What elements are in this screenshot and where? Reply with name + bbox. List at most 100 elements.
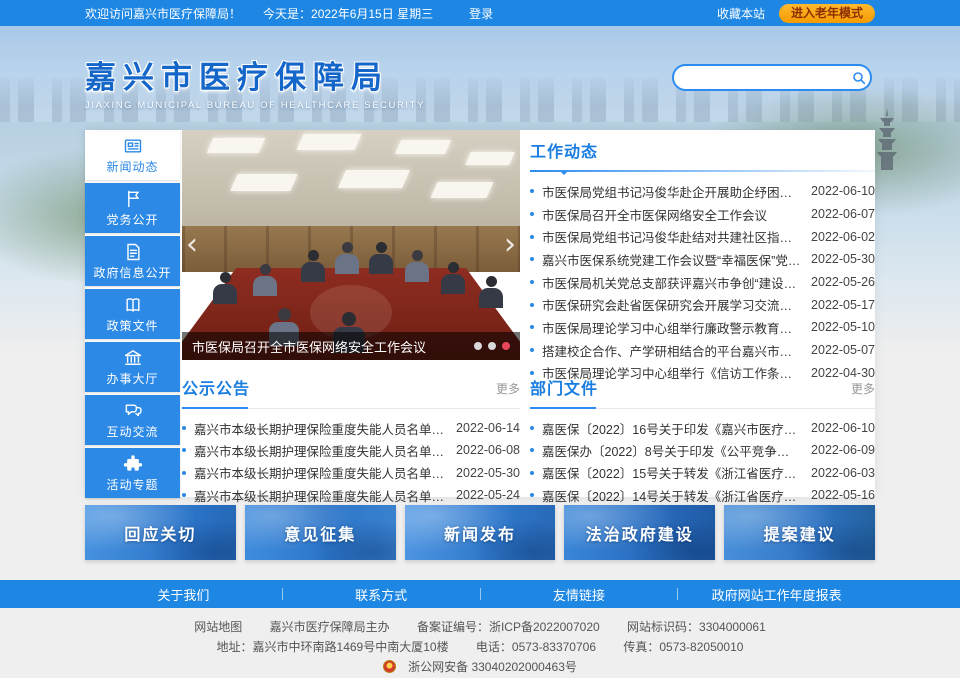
list-item[interactable]: 市医保研究会赴省医保研究会开展学习交流活动2022-05-17 [530,293,875,316]
list-item[interactable]: 嘉兴市本级长期护理保险重度失能人员名单公示（2...2022-06-14 [182,417,520,439]
newspaper-icon [123,136,143,156]
work-news-title[interactable]: 工作动态 [530,144,598,161]
favorite-site-link[interactable]: 收藏本站 [717,5,765,22]
carousel-dot-3-active[interactable] [502,342,510,350]
news-title[interactable]: 嘉兴市医保系统党建工作会议暨“幸福医保”党建联... [542,250,801,269]
work-news-list: 市医保局党组书记冯俊华赴企开展助企纾困活动2022-06-10 市医保局召开全市… [530,180,875,384]
security-record-link[interactable]: 浙公网安备 33040202000463号 [408,660,577,674]
bullet-dot [182,471,186,475]
sidebar-item-policy-files[interactable]: 政策文件 [85,289,180,339]
news-title[interactable]: 嘉兴市本级长期护理保险重度失能人员名单公示（2... [194,486,446,505]
bullet-dot [530,257,534,261]
carousel-next-button[interactable]: › [504,230,516,260]
news-title[interactable]: 嘉兴市本级长期护理保险重度失能人员名单公示（2... [194,419,446,438]
carousel-dot-1[interactable] [474,342,482,350]
bullet-dot [530,348,534,352]
header-triangle [560,171,568,179]
sidebar-item-news[interactable]: 新闻动态 [85,130,180,180]
banner-opinion-collection[interactable]: 意见征集 [245,505,396,560]
list-item[interactable]: 嘉医保〔2022〕16号关于印发《嘉兴市医疗保...2022-06-10 [530,417,875,439]
sitemap-link[interactable]: 网站地图 [194,620,242,634]
news-title[interactable]: 市医保研究会赴省医保研究会开展学习交流活动 [542,295,801,314]
list-item[interactable]: 市医保局党组书记冯俊华赴企开展助企纾困活动2022-06-10 [530,180,875,203]
dept-files-more-link[interactable]: 更多 [851,380,875,397]
search-button[interactable] [847,66,870,89]
carousel-dot-2[interactable] [488,342,496,350]
news-date: 2022-06-03 [811,466,875,480]
person-silhouette [478,276,504,310]
fax-text: 传真：0573-82050010 [623,640,743,654]
site-code-text: 网站标识码：3304000061 [627,620,766,634]
list-item[interactable]: 嘉医保办〔2022〕8号关于印发《公平竞争审查...2022-06-09 [530,439,875,461]
current-date-text: 今天是：2022年6月15日 星期三 [263,5,433,22]
news-carousel[interactable]: ‹ › 市医保局召开全市医保网络安全工作会议 [182,130,520,360]
carousel-dots [474,342,510,350]
banner-proposal-suggestions[interactable]: 提案建议 [724,505,875,560]
person-silhouette [404,250,430,284]
banner-law-gov-construction[interactable]: 法治政府建设 [564,505,715,560]
elder-mode-button[interactable]: 进入老年模式 [779,4,875,23]
sidebar-item-interaction[interactable]: 互动交流 [85,395,180,445]
news-title[interactable]: 嘉医保〔2022〕14号关于转发《浙江省医疗保... [542,486,801,505]
banner-news-release[interactable]: 新闻发布 [405,505,556,560]
banner-respond-concerns[interactable]: 回应关切 [85,505,236,560]
sidebar-item-service-hall[interactable]: 办事大厅 [85,342,180,392]
news-title[interactable]: 嘉兴市本级长期护理保险重度失能人员名单公示（2... [194,441,446,460]
search-icon [851,70,867,86]
news-title[interactable]: 市医保局党组书记冯俊华赴企开展助企纾困活动 [542,182,801,201]
dept-files-title[interactable]: 部门文件 [530,381,598,398]
list-item[interactable]: 搭建校企合作、产学研相结合的平台嘉兴市长期护理...2022-05-07 [530,339,875,362]
sidebar-item-gov-info[interactable]: 政府信息公开 [85,236,180,286]
footer-nav-about[interactable]: 关于我们 [85,585,282,604]
address-text: 地址：嘉兴市中环南路1469号中南大厦10楼 [217,640,449,654]
welcome-text: 欢迎访问嘉兴市医疗保障局！ [85,5,241,22]
carousel-caption[interactable]: 市医保局召开全市医保网络安全工作会议 [192,337,466,356]
list-item[interactable]: 市医保局理论学习中心组举行廉政警示教育专题学习... 2022-05-10 [530,316,875,339]
bullet-dot [530,189,534,193]
list-item[interactable]: 市医保局党组书记冯俊华赴结对共建社区指导全国文... 2022-06-02 [530,225,875,248]
search-input[interactable] [674,66,847,89]
organizer-text: 嘉兴市医疗保障局主办 [270,620,390,634]
news-title[interactable]: 嘉医保办〔2022〕8号关于印发《公平竞争审查... [542,441,801,460]
news-title[interactable]: 嘉医保〔2022〕15号关于转发《浙江省医疗保... [542,463,801,482]
dept-files-header: 部门文件 更多 [530,375,875,403]
sidebar-item-party-affairs[interactable]: 党务公开 [85,183,180,233]
carousel-prev-button[interactable]: ‹ [186,230,198,260]
list-item[interactable]: 市医保局召开全市医保网络安全工作会议 2022-06-07 [530,203,875,226]
notices-title[interactable]: 公示公告 [182,381,250,398]
news-date: 2022-05-16 [811,488,875,502]
icp-record[interactable]: 备案证编号：浙ICP备2022007020 [417,620,600,634]
footer-nav: 关于我们 联系方式 友情链接 政府网站工作年度报表 [0,580,960,608]
footer-nav-annual-report[interactable]: 政府网站工作年度报表 [678,585,875,604]
search-box [672,64,872,91]
section-notices: 公示公告 更多 嘉兴市本级长期护理保险重度失能人员名单公示（2...2022-0… [182,375,520,506]
notices-more-link[interactable]: 更多 [496,380,520,397]
header-underline [530,170,875,172]
footer-nav-links[interactable]: 友情链接 [481,585,678,604]
news-title[interactable]: 市医保局召开全市医保网络安全工作会议 [542,205,801,224]
footer-nav-contact[interactable]: 联系方式 [283,585,480,604]
header-blue-segment [182,407,248,409]
header-blue-segment [530,407,596,409]
login-link[interactable]: 登录 [469,5,493,22]
news-title[interactable]: 市医保局机关党总支部获评嘉兴市争创“建设清廉机... [542,273,801,292]
news-date: 2022-06-02 [811,230,875,244]
news-title[interactable]: 市医保局党组书记冯俊华赴结对共建社区指导全国文... [542,227,801,246]
sidebar-item-special-topics[interactable]: 活动专题 [85,448,180,498]
list-item[interactable]: 嘉医保〔2022〕14号关于转发《浙江省医疗保... 2022-05-16 [530,484,875,506]
news-date: 2022-05-10 [811,320,875,334]
list-item[interactable]: 嘉兴市医保系统党建工作会议暨“幸福医保”党建联...2022-05-30 [530,248,875,271]
news-title[interactable]: 市医保局理论学习中心组举行廉政警示教育专题学习... [542,318,801,337]
sidebar-item-label: 新闻动态 [85,158,180,175]
news-title[interactable]: 搭建校企合作、产学研相结合的平台嘉兴市长期护理... [542,341,801,360]
list-item[interactable]: 市医保局机关党总支部获评嘉兴市争创“建设清廉机...2022-05-26 [530,271,875,294]
sidebar-item-label: 活动专题 [85,476,180,493]
bullet-dot [182,426,186,430]
list-item[interactable]: 嘉兴市本级长期护理保险重度失能人员名单公示（2...2022-05-30 [182,462,520,484]
list-item[interactable]: 嘉兴市本级长期护理保险重度失能人员名单公示（2...2022-05-24 [182,484,520,506]
news-title[interactable]: 嘉兴市本级长期护理保险重度失能人员名单公示（2... [194,463,446,482]
list-item[interactable]: 嘉医保〔2022〕15号关于转发《浙江省医疗保... 2022-06-03 [530,462,875,484]
news-date: 2022-06-07 [811,207,875,221]
list-item[interactable]: 嘉兴市本级长期护理保险重度失能人员名单公示（2...2022-06-08 [182,439,520,461]
news-title[interactable]: 嘉医保〔2022〕16号关于印发《嘉兴市医疗保... [542,419,801,438]
